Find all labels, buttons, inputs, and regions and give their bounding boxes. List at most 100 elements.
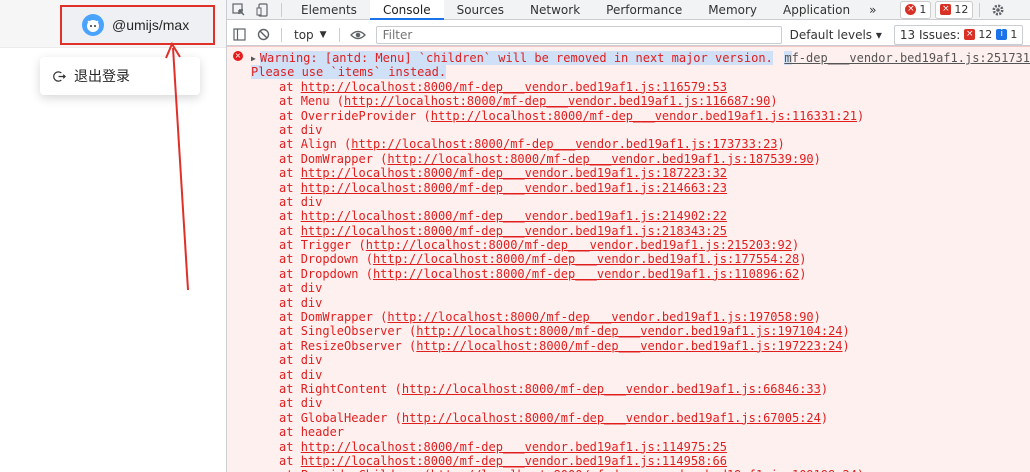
stack-frame-paren: )	[777, 137, 785, 152]
device-toolbar-icon[interactable]	[251, 0, 275, 20]
stack-frame-at: at	[279, 310, 301, 325]
message-text: Warning: [antd: Menu] `children` will be…	[259, 51, 773, 65]
stack-frame-link[interactable]: http://localhost:8000/mf-dep___vendor.be…	[301, 166, 727, 180]
error-icon: ×	[905, 4, 917, 15]
tab-elements[interactable]: Elements	[288, 0, 370, 20]
message-source-link[interactable]: mf-dep___vendor.bed19af1.js:251731	[780, 51, 1030, 66]
tab-application[interactable]: Application	[770, 0, 863, 20]
stack-frame-function: div	[300, 367, 323, 382]
stack-frame-function: Dropdown (	[300, 252, 373, 267]
stack-frame-at: at	[279, 180, 301, 195]
stack-frame-at: at	[279, 295, 301, 310]
stack-frame-function: div	[300, 122, 323, 137]
stack-frame-link[interactable]: http://localhost:8000/mf-dep___vendor.be…	[366, 238, 792, 252]
toolbar-divider	[281, 2, 282, 17]
stack-frame: at http://localhost:8000/mf-dep___vendor…	[279, 224, 864, 238]
stack-frame: at GlobalHeader (http://localhost:8000/m…	[279, 411, 864, 425]
user-avatar-icon	[82, 14, 104, 36]
info-icon: i	[996, 29, 1008, 40]
issues-button[interactable]: 13 Issues: × 12 i 1	[893, 24, 1024, 45]
eye-icon[interactable]	[346, 25, 370, 45]
stack-frame-at: at	[279, 382, 301, 396]
stack-frame-link[interactable]: http://localhost:8000/mf-dep___vendor.be…	[301, 181, 727, 195]
stack-frame: at Trigger (http://localhost:8000/mf-dep…	[279, 238, 864, 252]
user-menu-trigger[interactable]: @umijs/max	[60, 5, 215, 45]
tab-network[interactable]: Network	[517, 0, 593, 20]
stack-frame: at div	[279, 195, 864, 209]
stack-frame-paren: )	[813, 310, 821, 325]
tab-performance[interactable]: Performance	[593, 0, 695, 20]
stack-frame-function: div	[300, 353, 323, 368]
stack-frame-link[interactable]: http://localhost:8000/mf-dep___vendor.be…	[301, 454, 727, 468]
gear-icon[interactable]	[986, 0, 1010, 20]
stack-frame: at http://localhost:8000/mf-dep___vendor…	[279, 454, 864, 468]
stack-frame-at: at	[279, 453, 301, 468]
issues-error-badge: × 12	[960, 28, 993, 41]
issues-info-badge: i 1	[992, 28, 1018, 41]
stack-frame: at DomWrapper (http://localhost:8000/mf-…	[279, 310, 864, 324]
stack-frame-function: Dropdown (	[300, 266, 373, 281]
stack-frame-function: ProviderChildren (	[301, 468, 431, 472]
inspect-element-icon[interactable]	[227, 0, 251, 20]
stack-frame-paren: )	[791, 238, 800, 253]
stack-frame-function: div	[300, 194, 323, 209]
toolbar-divider	[979, 2, 981, 17]
stack-frame-at: at	[279, 166, 301, 181]
more-tabs-button[interactable]: »	[863, 0, 882, 20]
stack-frame-at: at	[279, 209, 301, 224]
stack-frame-link[interactable]: http://localhost:8000/mf-dep___vendor.be…	[431, 468, 857, 472]
stack-frame-function: div	[300, 295, 323, 310]
console-message[interactable]: ▶ Warning: [antd: Menu] `children` will b…	[251, 51, 773, 66]
stack-frame-function: GlobalHeader (	[300, 410, 402, 425]
stack-frame-function: Menu (	[300, 94, 345, 109]
stack-frame-at: at	[279, 194, 301, 209]
stack-frame-paren: )	[820, 382, 829, 396]
stack-frame-at: at	[279, 353, 301, 368]
stack-frame-link[interactable]: http://localhost:8000/mf-dep___vendor.be…	[301, 440, 727, 454]
toolbar-divider	[281, 27, 282, 42]
stack-frame: at OverrideProvider (http://localhost:80…	[279, 109, 864, 123]
error-count-badge[interactable]: × 1	[900, 0, 932, 19]
stack-frame-link[interactable]: http://localhost:8000/mf-dep___vendor.be…	[431, 109, 857, 123]
stack-frame: at http://localhost:8000/mf-dep___vendor…	[279, 80, 864, 94]
log-levels-dropdown[interactable]: Default levels ▾	[790, 28, 882, 42]
stack-frame-link[interactable]: http://localhost:8000/mf-dep___vendor.be…	[387, 152, 813, 166]
user-dropdown-menu: 退出登录	[40, 57, 200, 95]
stack-frame-link[interactable]: http://localhost:8000/mf-dep___vendor.be…	[387, 310, 813, 324]
stack-frame-link[interactable]: http://localhost:8000/mf-dep___vendor.be…	[301, 209, 727, 223]
stack-frame-link[interactable]: http://localhost:8000/mf-dep___vendor.be…	[373, 252, 799, 266]
stack-frame: at Dropdown (http://localhost:8000/mf-de…	[279, 252, 864, 266]
tab-memory[interactable]: Memory	[695, 0, 770, 20]
stack-frame-paren: )	[813, 151, 821, 166]
stack-frame-at: at	[279, 94, 301, 109]
stack-frame-at: at	[279, 252, 301, 267]
tab-sources[interactable]: Sources	[444, 0, 517, 20]
stack-frame-link[interactable]: http://localhost:8000/mf-dep___vendor.be…	[344, 94, 770, 108]
warning-count: 12	[954, 3, 969, 16]
stack-frame-link[interactable]: http://localhost:8000/mf-dep___vendor.be…	[301, 80, 727, 94]
stack-frame-at: at	[279, 238, 301, 253]
stack-frame-link[interactable]: http://localhost:8000/mf-dep___vendor.be…	[351, 137, 777, 151]
issues-error-count: 12	[978, 28, 993, 41]
stack-frame-link[interactable]: http://localhost:8000/mf-dep___vendor.be…	[301, 224, 727, 238]
stack-frame-link[interactable]: http://localhost:8000/mf-dep___vendor.be…	[416, 339, 842, 353]
stack-frame-at: at	[279, 439, 301, 454]
context-selector[interactable]: top ▼	[288, 24, 333, 46]
stack-frame-link[interactable]: http://localhost:8000/mf-dep___vendor.be…	[416, 324, 842, 338]
tab-console[interactable]: Console	[369, 0, 444, 20]
warning-count-badge[interactable]: × 12	[935, 0, 974, 19]
chevron-down-icon: ▼	[319, 29, 327, 40]
stack-frame-link[interactable]: http://localhost:8000/mf-dep___vendor.be…	[402, 411, 821, 425]
stack-frame: at div	[279, 396, 864, 410]
stack-frame-at: at	[279, 425, 301, 440]
stack-frame-paren: )	[842, 338, 850, 353]
expand-triangle-icon[interactable]: ▶	[251, 54, 256, 63]
stack-frame: at div	[279, 281, 864, 295]
filter-input[interactable]	[375, 25, 782, 44]
logout-menu-item[interactable]: 退出登录	[74, 66, 130, 86]
stack-frame-link[interactable]: http://localhost:8000/mf-dep___vendor.be…	[373, 267, 799, 281]
stack-frame-paren: )	[820, 410, 829, 425]
sidebar-toggle-icon[interactable]	[227, 25, 251, 45]
clear-console-icon[interactable]	[251, 25, 275, 45]
stack-frame-link[interactable]: http://localhost:8000/mf-dep___vendor.be…	[402, 382, 821, 396]
